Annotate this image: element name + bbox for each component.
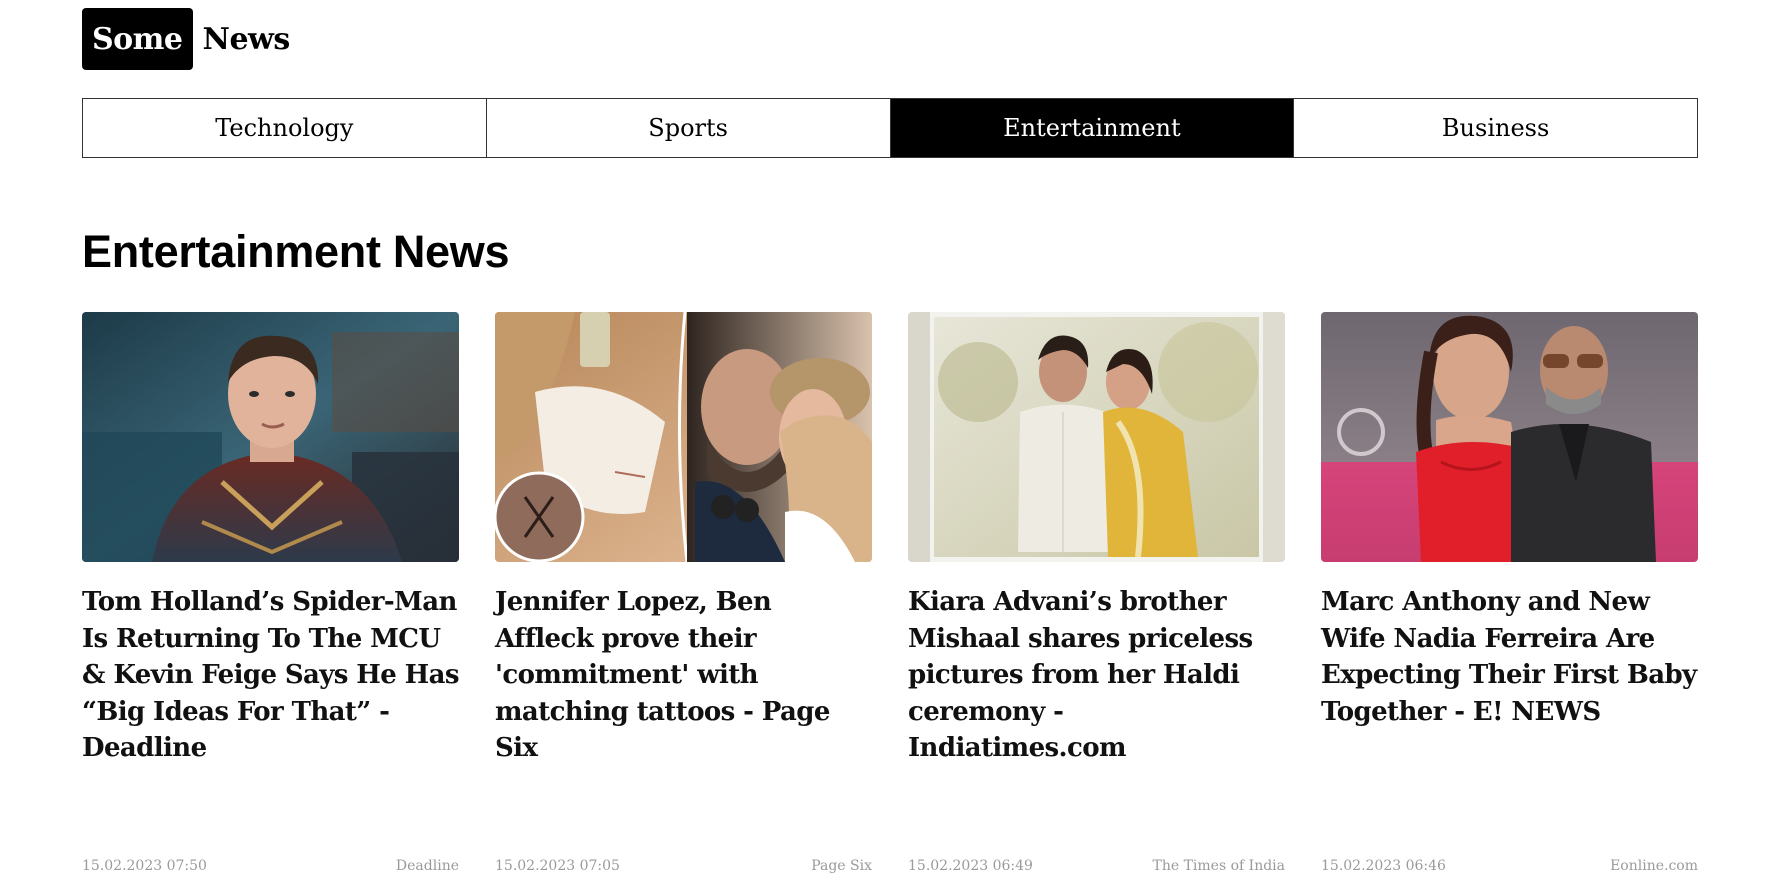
article-source: Page Six xyxy=(811,858,872,874)
article-date: 15.02.2023 07:50 xyxy=(82,858,207,874)
article-image[interactable] xyxy=(1321,312,1698,562)
article-image[interactable] xyxy=(495,312,872,562)
logo-box: Some xyxy=(82,8,193,70)
article-headline[interactable]: Jennifer Lopez, Ben Affleck prove their … xyxy=(495,584,872,767)
section-title: Entertainment News xyxy=(82,226,510,277)
article-source: Eonline.com xyxy=(1610,858,1698,874)
tab-entertainment[interactable]: Entertainment xyxy=(890,99,1295,157)
article-source: Deadline xyxy=(395,858,459,874)
article-meta: 15.02.2023 07:05 Page Six xyxy=(495,858,872,874)
category-tabs: Technology Sports Entertainment Business xyxy=(82,98,1698,158)
article-source: The Times of India xyxy=(1152,858,1286,874)
article-date: 15.02.2023 06:46 xyxy=(1321,858,1446,874)
article-headline[interactable]: Tom Holland’s Spider-Man Is Returning To… xyxy=(82,584,460,767)
article-date: 15.02.2023 06:49 xyxy=(908,858,1033,874)
logo-text: News xyxy=(202,21,291,57)
article-card[interactable]: Marc Anthony and New Wife Nadia Ferreira… xyxy=(1321,312,1698,884)
article-card[interactable]: Jennifer Lopez, Ben Affleck prove their … xyxy=(495,312,872,884)
article-date: 15.02.2023 07:05 xyxy=(495,858,620,874)
site-logo[interactable]: Some News xyxy=(82,8,290,70)
article-grid: Tom Holland’s Spider-Man Is Returning To… xyxy=(82,312,1698,884)
article-image[interactable] xyxy=(908,312,1285,562)
article-card[interactable]: Tom Holland’s Spider-Man Is Returning To… xyxy=(82,312,460,884)
article-image[interactable] xyxy=(82,312,459,562)
article-headline[interactable]: Marc Anthony and New Wife Nadia Ferreira… xyxy=(1321,584,1698,730)
article-headline[interactable]: Kiara Advani’s brother Mishaal shares pr… xyxy=(908,584,1285,767)
tab-business[interactable]: Business xyxy=(1294,99,1697,157)
tab-sports[interactable]: Sports xyxy=(486,99,891,157)
article-meta: 15.02.2023 06:49 The Times of India xyxy=(908,858,1285,874)
tab-technology[interactable]: Technology xyxy=(83,99,487,157)
article-card[interactable]: Kiara Advani’s brother Mishaal shares pr… xyxy=(908,312,1285,884)
article-meta: 15.02.2023 07:50 Deadline xyxy=(82,858,459,874)
page: Some News Technology Sports Entertainmen… xyxy=(0,0,1780,884)
article-meta: 15.02.2023 06:46 Eonline.com xyxy=(1321,858,1698,874)
